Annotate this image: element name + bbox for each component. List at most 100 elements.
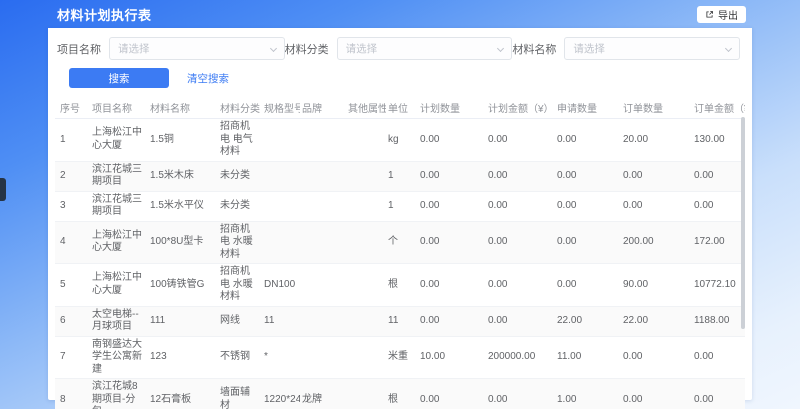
cell-planned-amount: 0.00 [486,264,555,306]
cell-unit: 1 [386,192,418,221]
cell-planned-qty: 0.00 [418,264,486,306]
cell-planned-qty: 0.00 [418,379,486,409]
cell-material-category: 未分类 [218,192,262,221]
cell-applied-qty: 11.00 [555,337,621,379]
cell-spec-model: 11 [262,307,300,336]
cell-brand [300,192,346,221]
cell-index: 5 [55,264,90,306]
cell-order-amount: 0.00 [692,192,745,221]
cell-index: 4 [55,222,90,264]
cell-material-name: 1.5铜 [148,119,218,161]
clear-search-link[interactable]: 清空搜索 [187,71,229,86]
cell-material-name: 1.5米水平仪 [148,192,218,221]
col-material-name: 材料名称 [148,97,218,118]
cell-order-qty: 22.00 [621,307,692,336]
cell-material-category: 墙面辅材 [218,379,262,409]
search-button[interactable]: 搜索 [69,68,169,88]
material-name-select[interactable]: 请选择 [564,37,740,60]
cell-applied-qty: 0.00 [555,119,621,161]
cell-spec-model: * [262,337,300,379]
cell-other-attrs [346,307,386,336]
chevron-down-icon [270,45,277,52]
filter-label: 项目名称 [57,41,101,57]
cell-index: 7 [55,337,90,379]
cell-material-name: 100铸铁管G [148,264,218,306]
material-category-select[interactable]: 请选择 [337,37,513,60]
cell-unit: kg [386,119,418,161]
col-material-category: 材料分类 [218,97,262,118]
cell-brand [300,264,346,306]
cell-planned-amount: 0.00 [486,192,555,221]
table-row: 7南钢盛达大学生公寓新建123不锈钢*米重10.00200000.0011.00… [55,337,745,380]
export-button[interactable]: 导出 [697,6,746,23]
cell-material-category: 网线 [218,307,262,336]
col-order-qty: 订单数量 [621,97,692,118]
cell-index: 1 [55,119,90,161]
cell-index: 8 [55,379,90,409]
cell-order-amount: 1188.00 [692,307,745,336]
cell-order-amount: 172.00 [692,222,745,264]
filter-material-name: 材料名称 请选择 [512,37,740,60]
cell-material-category: 未分类 [218,162,262,191]
col-brand: 品牌 [300,97,346,118]
table-row: 3滨江花城三期项目1.5米水平仪未分类10.000.000.000.000.00 [55,192,745,222]
table-header: 序号项目名称材料名称材料分类规格型号品牌其他属性单位计划数量计划金额（¥）申请数… [55,97,745,119]
cell-order-qty: 0.00 [621,192,692,221]
table-row: 4上海松江中心大厦100*8U型卡招商机电 水暖材料个0.000.000.002… [55,222,745,265]
table-row: 8滨江花城8期项目-分包12石膏板墙面辅材1220*2440*12龙牌根0.00… [55,379,745,409]
cell-project-name: 上海松江中心大厦 [90,264,148,306]
col-planned-amount: 计划金额（¥） [486,97,555,118]
cell-spec-model: 1220*2440*12 [262,379,300,409]
cell-material-name: 12石膏板 [148,379,218,409]
sidebar-collapse-handle[interactable] [0,178,6,201]
cell-planned-qty: 0.00 [418,222,486,264]
select-placeholder: 请选择 [573,41,605,56]
cell-unit: 米重 [386,337,418,379]
cell-project-name: 滨江花城三期项目 [90,192,148,221]
cell-planned-amount: 0.00 [486,222,555,264]
cell-applied-qty: 0.00 [555,162,621,191]
cell-order-amount: 0.00 [692,162,745,191]
cell-applied-qty: 0.00 [555,264,621,306]
table-row: 2滨江花城三期项目1.5米木床未分类10.000.000.000.000.00 [55,162,745,192]
page: 材料计划执行表 导出 项目名称 请选择 材料分类 请选择 [0,0,800,409]
cell-planned-qty: 0.00 [418,307,486,336]
vertical-scrollbar[interactable] [741,117,745,329]
cell-brand [300,337,346,379]
chevron-down-icon [497,45,504,52]
cell-spec-model [262,192,300,221]
cell-material-name: 1.5米木床 [148,162,218,191]
cell-other-attrs [346,192,386,221]
project-name-select[interactable]: 请选择 [109,37,285,60]
cell-planned-amount: 0.00 [486,379,555,409]
select-placeholder: 请选择 [118,41,150,56]
cell-order-qty: 0.00 [621,337,692,379]
cell-order-amount: 10772.10 [692,264,745,306]
col-applied-qty: 申请数量 [555,97,621,118]
cell-project-name: 上海松江中心大厦 [90,222,148,264]
cell-order-qty: 200.00 [621,222,692,264]
cell-project-name: 滨江花城三期项目 [90,162,148,191]
cell-order-qty: 0.00 [621,379,692,409]
cell-unit: 根 [386,379,418,409]
main-card: 项目名称 请选择 材料分类 请选择 材料名称 请选择 [48,28,752,400]
cell-order-amount: 0.00 [692,379,745,409]
cell-project-name: 太空电梯--月球项目 [90,307,148,336]
cell-other-attrs [346,222,386,264]
cell-unit: 根 [386,264,418,306]
filter-material-category: 材料分类 请选择 [285,37,513,60]
cell-material-name: 100*8U型卡 [148,222,218,264]
cell-material-category: 招商机电 电气材料 [218,119,262,161]
cell-spec-model: DN100 [262,264,300,306]
cell-unit: 个 [386,222,418,264]
cell-planned-qty: 10.00 [418,337,486,379]
filter-label: 材料名称 [512,41,556,57]
cell-applied-qty: 0.00 [555,222,621,264]
cell-other-attrs [346,337,386,379]
cell-order-qty: 20.00 [621,119,692,161]
cell-brand [300,162,346,191]
cell-other-attrs [346,162,386,191]
cell-project-name: 滨江花城8期项目-分包 [90,379,148,409]
cell-applied-qty: 22.00 [555,307,621,336]
select-placeholder: 请选择 [346,41,378,56]
